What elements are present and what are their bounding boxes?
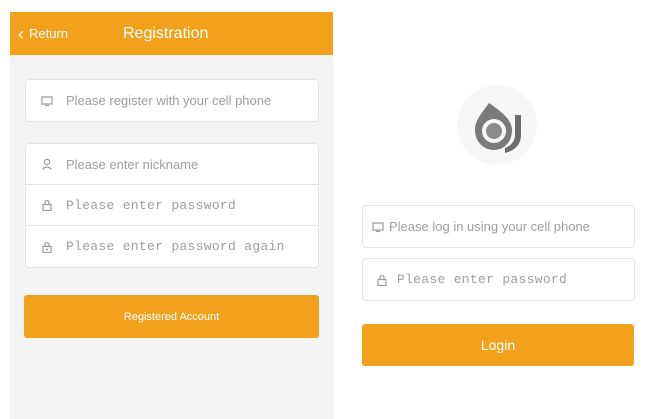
phone-icon <box>371 220 385 234</box>
return-label: Return <box>29 26 69 41</box>
phone-card <box>25 79 319 122</box>
login-password-input[interactable] <box>397 272 627 287</box>
login-password-card <box>362 258 635 301</box>
login-button[interactable]: Login <box>362 324 634 366</box>
chevron-left-icon: ‹ <box>18 23 24 44</box>
lock-icon <box>375 273 389 287</box>
login-phone-card <box>362 205 635 248</box>
password-row <box>26 185 318 226</box>
login-phone-input[interactable] <box>389 219 629 234</box>
register-account-button[interactable]: Registered Account <box>24 295 319 338</box>
phone-row <box>26 80 318 121</box>
user-icon <box>40 157 54 171</box>
login-screen: Login <box>345 12 648 419</box>
register-phone-input[interactable] <box>66 93 316 108</box>
login-phone-row <box>363 206 634 247</box>
nickname-input[interactable] <box>66 156 316 172</box>
login-password-row <box>363 259 634 300</box>
register-password-input[interactable] <box>66 197 316 213</box>
page-title: Registration <box>123 24 209 42</box>
app-logo <box>447 75 547 175</box>
lock-check-icon <box>40 240 54 254</box>
registration-header: ‹ Return Registration <box>10 12 333 55</box>
nickname-row <box>26 144 318 185</box>
phone-icon <box>40 94 54 108</box>
registration-screen: ‹ Return Registration Please register wi… <box>10 12 333 419</box>
account-card <box>25 143 319 268</box>
confirm-password-row <box>26 226 318 267</box>
confirm-password-input[interactable] <box>66 239 316 254</box>
return-button[interactable]: ‹ Return <box>18 12 68 55</box>
lock-icon <box>40 198 54 212</box>
